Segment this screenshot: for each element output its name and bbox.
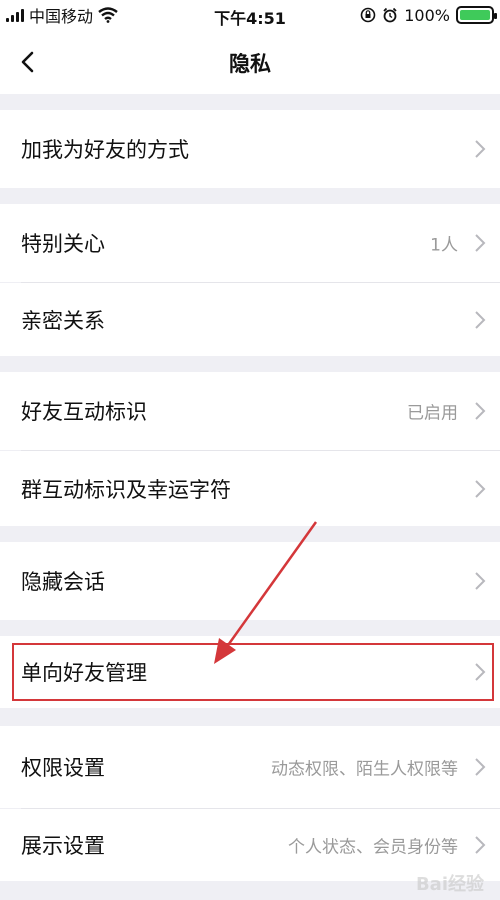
- battery-icon: [456, 6, 497, 24]
- chevron-right-icon: [475, 572, 486, 590]
- row-one-way-friend-management[interactable]: 单向好友管理: [0, 636, 500, 708]
- row-value: 动态权限、陌生人权限等: [271, 759, 458, 780]
- watermark-logo: Bai经验: [415, 874, 484, 895]
- alarm-icon: [383, 7, 397, 23]
- chevron-right-icon: [475, 836, 486, 854]
- chevron-right-icon: [475, 310, 486, 329]
- row-friend-interaction-mark[interactable]: 好友互动标识 已启用: [0, 372, 500, 450]
- row-hidden-sessions[interactable]: 隐藏会话: [0, 542, 500, 620]
- row-group-interaction-mark[interactable]: 群互动标识及幸运字符: [0, 451, 500, 526]
- row-label: 展示设置: [21, 834, 105, 858]
- row-label: 群互动标识及幸运字符: [21, 477, 231, 502]
- page-title: 隐私: [229, 52, 271, 76]
- row-label: 加我为好友的方式: [21, 138, 189, 162]
- row-intimate-relationship[interactable]: 亲密关系: [0, 283, 500, 356]
- row-label: 权限设置: [21, 756, 105, 780]
- chevron-right-icon: [475, 663, 486, 681]
- row-label: 特别关心: [21, 232, 105, 256]
- row-value: 已启用: [407, 403, 458, 424]
- battery-percent: 100%: [404, 5, 450, 25]
- chevron-right-icon: [475, 234, 486, 252]
- row-permission-settings[interactable]: 权限设置 动态权限、陌生人权限等: [0, 726, 500, 808]
- row-special-care[interactable]: 特别关心 1人: [0, 204, 500, 282]
- row-add-friend-method[interactable]: 加我为好友的方式: [0, 110, 500, 188]
- chevron-right-icon: [475, 758, 486, 776]
- status-bar: 中国移动 下午4:51 100%: [0, 0, 500, 30]
- row-value: 个人状态、会员身份等: [288, 837, 458, 858]
- row-label: 好友互动标识: [21, 400, 147, 424]
- row-label: 单向好友管理: [21, 661, 147, 685]
- row-label: 隐藏会话: [21, 570, 105, 594]
- row-value: 1人: [430, 235, 458, 256]
- chevron-right-icon: [475, 140, 486, 158]
- chevron-right-icon: [475, 402, 486, 420]
- status-bar-right: 100%: [360, 4, 497, 26]
- orientation-lock-icon: [360, 7, 376, 23]
- chevron-right-icon: [475, 479, 486, 498]
- row-label: 亲密关系: [21, 308, 105, 333]
- navigation-bar: 隐私: [0, 30, 500, 94]
